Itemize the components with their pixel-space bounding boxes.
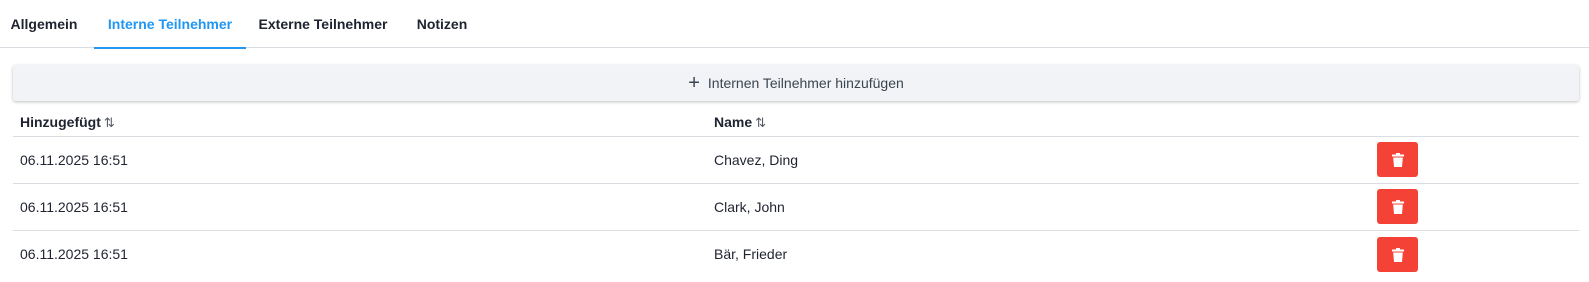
trash-icon [1391, 152, 1404, 167]
add-button-label: Internen Teilnehmer hinzufügen [707, 75, 904, 91]
delete-button[interactable] [1377, 189, 1418, 224]
cell-name: Chavez, Ding [714, 152, 799, 168]
cell-added: 06.11.2025 16:51 [20, 246, 128, 262]
header-divider [13, 136, 1579, 137]
cell-added: 06.11.2025 16:51 [20, 199, 128, 215]
cell-added: 06.11.2025 16:51 [20, 152, 128, 168]
row-divider [13, 230, 1579, 231]
tab-externe-teilnehmer[interactable]: Externe Teilnehmer [253, 0, 393, 48]
tab-bar: Allgemein Interne Teilnehmer Externe Tei… [0, 0, 1589, 49]
tab-interne-teilnehmer[interactable]: Interne Teilnehmer [94, 0, 246, 49]
delete-button[interactable] [1377, 142, 1418, 177]
delete-button[interactable] [1377, 237, 1418, 272]
sort-icon: ⇅ [103, 115, 115, 130]
sort-icon: ⇅ [755, 115, 767, 130]
trash-icon [1391, 199, 1404, 214]
cell-name: Bär, Frieder [714, 246, 788, 262]
tab-notizen[interactable]: Notizen [408, 0, 476, 48]
tab-allgemein[interactable]: Allgemein [0, 0, 88, 48]
cell-name: Clark, John [714, 199, 785, 215]
plus-icon: + [688, 72, 700, 94]
row-divider [13, 183, 1579, 184]
column-header-name[interactable]: Name ⇅ [714, 110, 766, 135]
column-header-added-label: Hinzugefügt [20, 114, 101, 130]
column-header-name-label: Name [714, 114, 753, 130]
add-internal-participant-button[interactable]: + Internen Teilnehmer hinzufügen [13, 65, 1579, 101]
trash-icon [1391, 247, 1404, 262]
column-header-added[interactable]: Hinzugefügt ⇅ [20, 110, 115, 135]
